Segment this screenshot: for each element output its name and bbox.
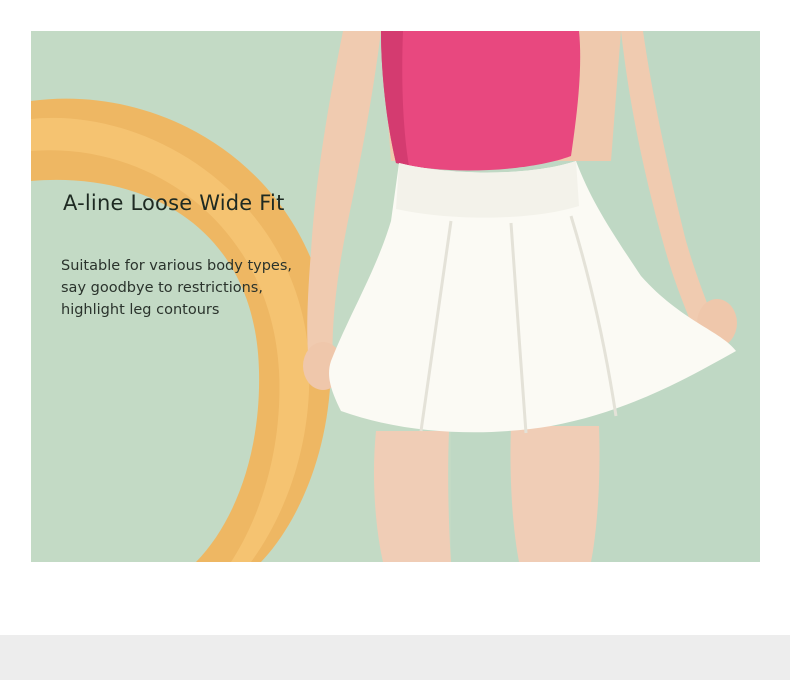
bottom-band	[0, 635, 790, 680]
product-photo: A-line Loose Wide Fit Suitable for vario…	[31, 31, 760, 562]
description-line: highlight leg contours	[61, 302, 220, 318]
pink-tank-top	[381, 31, 581, 171]
right-leg	[510, 426, 600, 562]
headline: A-line Loose Wide Fit	[63, 191, 285, 215]
description-line: say goodbye to restrictions,	[61, 280, 263, 296]
description: Suitable for various body types, say goo…	[61, 255, 292, 321]
description-line: Suitable for various body types,	[61, 258, 293, 274]
page: A-line Loose Wide Fit Suitable for vario…	[0, 0, 790, 680]
left-leg	[373, 431, 451, 562]
